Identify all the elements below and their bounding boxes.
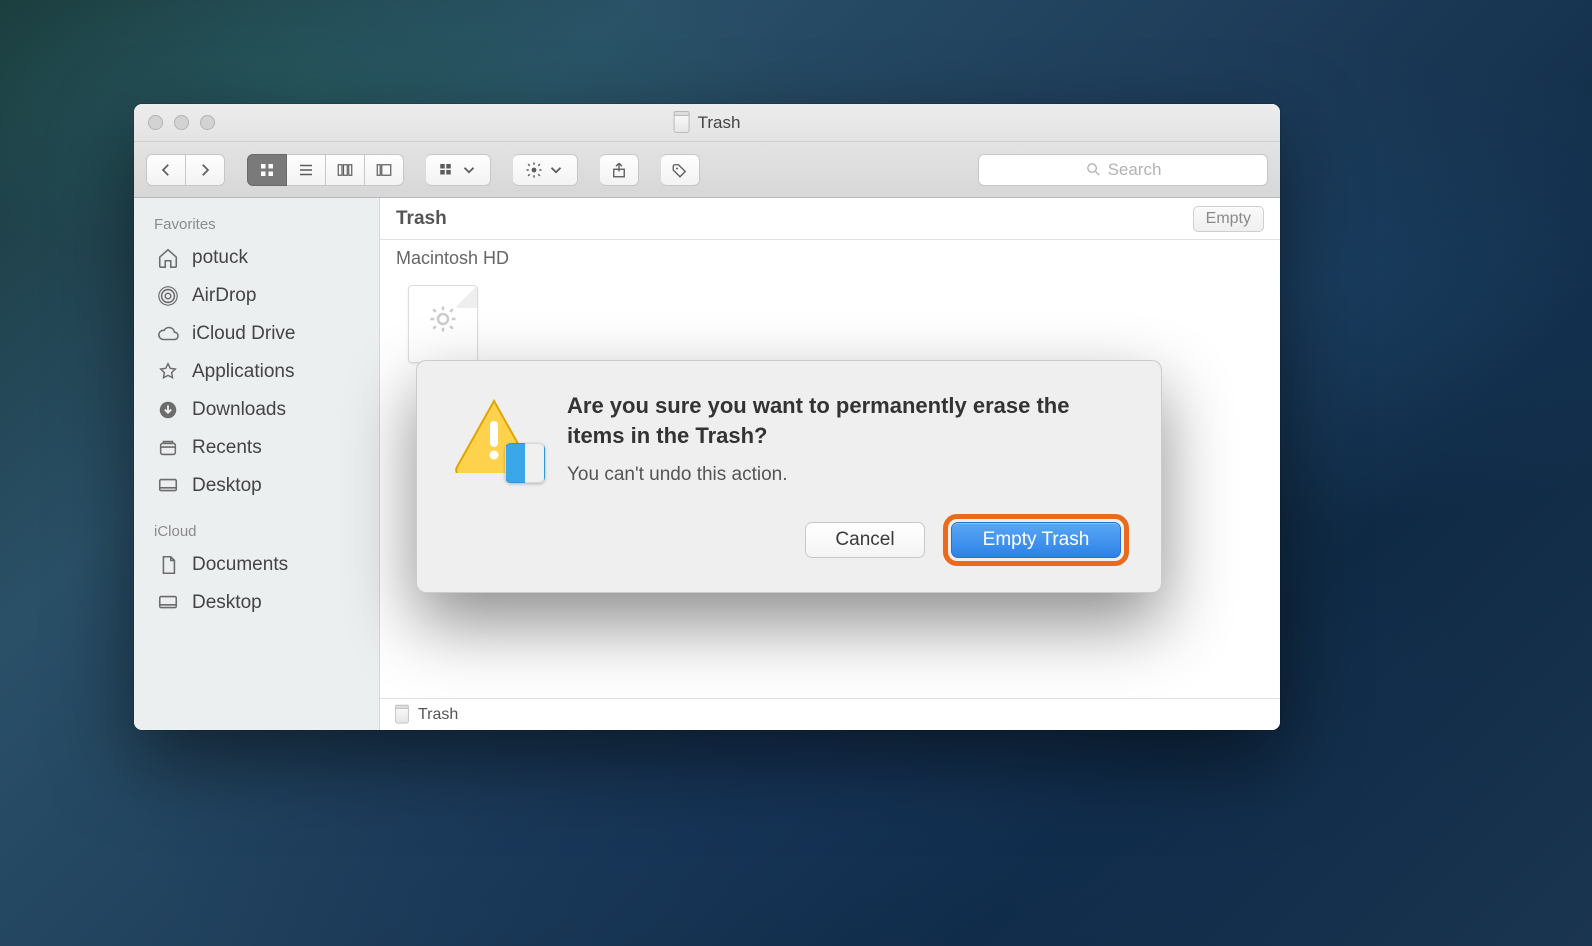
- sidebar-item-label: Desktop: [192, 475, 262, 497]
- window-title: Trash: [674, 113, 741, 133]
- content-title: Trash: [396, 208, 447, 230]
- sidebar-item-airdrop[interactable]: AirDrop: [134, 277, 379, 315]
- share-button-group: [600, 154, 639, 186]
- sidebar: Favorites potuck AirDrop iCloud Drive Ap…: [134, 198, 380, 730]
- window-title-text: Trash: [698, 113, 741, 133]
- cloud-icon: [156, 322, 180, 346]
- gear-icon: [525, 161, 543, 179]
- list-icon: [297, 161, 315, 179]
- forward-button[interactable]: [186, 154, 225, 186]
- settings-file-icon: [426, 302, 460, 336]
- empty-trash-confirm-button[interactable]: Empty Trash: [951, 522, 1121, 558]
- dialog-body: Are you sure you want to permanently era…: [567, 391, 1129, 566]
- dialog-buttons: Cancel Empty Trash: [567, 514, 1129, 566]
- search-field[interactable]: Search: [978, 154, 1268, 186]
- tag-button-group: [661, 154, 700, 186]
- finder-badge-icon: [505, 443, 545, 483]
- group-button-group: [426, 154, 491, 186]
- columns-icon: [336, 161, 354, 179]
- content-header: Trash Empty: [380, 198, 1280, 240]
- group-by-button[interactable]: [426, 154, 491, 186]
- sidebar-item-recents[interactable]: Recents: [134, 429, 379, 467]
- gallery-view-button[interactable]: [365, 154, 404, 186]
- icon-view-button[interactable]: [247, 154, 287, 186]
- empty-trash-toolbar-button[interactable]: Empty: [1193, 206, 1264, 232]
- cancel-button[interactable]: Cancel: [805, 522, 925, 558]
- gallery-icon: [375, 161, 393, 179]
- sidebar-section-icloud: iCloud: [134, 515, 379, 546]
- toolbar: Search: [134, 142, 1280, 198]
- share-icon: [610, 161, 628, 179]
- home-icon: [156, 246, 180, 270]
- list-view-button[interactable]: [287, 154, 326, 186]
- chevron-right-icon: [196, 161, 214, 179]
- sidebar-item-label: Desktop: [192, 592, 262, 614]
- recents-icon: [156, 436, 180, 460]
- sidebar-item-label: Recents: [192, 437, 262, 459]
- search-placeholder: Search: [1108, 160, 1162, 180]
- downloads-icon: [156, 398, 180, 422]
- zoom-window-button[interactable]: [200, 115, 215, 130]
- trash-icon: [395, 706, 409, 723]
- path-bar[interactable]: Trash: [380, 698, 1280, 730]
- volume-section-label: Macintosh HD: [380, 240, 1280, 273]
- tags-button[interactable]: [661, 154, 700, 186]
- chevron-left-icon: [157, 161, 175, 179]
- desktop-icon: [156, 474, 180, 498]
- window-titlebar: Trash: [134, 104, 1280, 142]
- back-button[interactable]: [146, 154, 186, 186]
- dialog-title: Are you sure you want to permanently era…: [567, 391, 1129, 450]
- tag-icon: [671, 161, 689, 179]
- close-window-button[interactable]: [148, 115, 163, 130]
- path-segment: Trash: [418, 706, 458, 724]
- sidebar-item-downloads[interactable]: Downloads: [134, 391, 379, 429]
- action-button-group: [513, 154, 578, 186]
- sidebar-item-desktop-icloud[interactable]: Desktop: [134, 584, 379, 622]
- chevron-down-icon: [547, 161, 565, 179]
- group-icon: [438, 161, 456, 179]
- column-view-button[interactable]: [326, 154, 365, 186]
- sidebar-item-label: Applications: [192, 361, 294, 383]
- sidebar-item-label: iCloud Drive: [192, 323, 295, 345]
- airdrop-icon: [156, 284, 180, 308]
- sidebar-section-favorites: Favorites: [134, 208, 379, 239]
- sidebar-item-icloud-drive[interactable]: iCloud Drive: [134, 315, 379, 353]
- trash-icon: [674, 113, 690, 133]
- confirm-empty-trash-dialog: Are you sure you want to permanently era…: [416, 360, 1162, 593]
- nav-buttons: [146, 154, 225, 186]
- sidebar-item-desktop[interactable]: Desktop: [134, 467, 379, 505]
- minimize-window-button[interactable]: [174, 115, 189, 130]
- share-button[interactable]: [600, 154, 639, 186]
- dialog-icon: [449, 391, 539, 566]
- documents-icon: [156, 553, 180, 577]
- sidebar-item-home[interactable]: potuck: [134, 239, 379, 277]
- dialog-message: You can't undo this action.: [567, 464, 1129, 486]
- action-menu-button[interactable]: [513, 154, 578, 186]
- sidebar-item-label: Documents: [192, 554, 288, 576]
- sidebar-item-label: Downloads: [192, 399, 286, 421]
- view-buttons: [247, 154, 404, 186]
- search-icon: [1085, 161, 1102, 178]
- sidebar-item-label: potuck: [192, 247, 248, 269]
- sidebar-item-label: AirDrop: [192, 285, 256, 307]
- traffic-lights: [134, 115, 215, 130]
- grid-icon: [258, 161, 276, 179]
- file-item[interactable]: [408, 285, 478, 363]
- highlighted-annotation: Empty Trash: [943, 514, 1129, 566]
- sidebar-item-documents[interactable]: Documents: [134, 546, 379, 584]
- warning-icon: [453, 397, 535, 473]
- sidebar-item-applications[interactable]: Applications: [134, 353, 379, 391]
- applications-icon: [156, 360, 180, 384]
- chevron-down-icon: [460, 161, 478, 179]
- desktop-icon: [156, 591, 180, 615]
